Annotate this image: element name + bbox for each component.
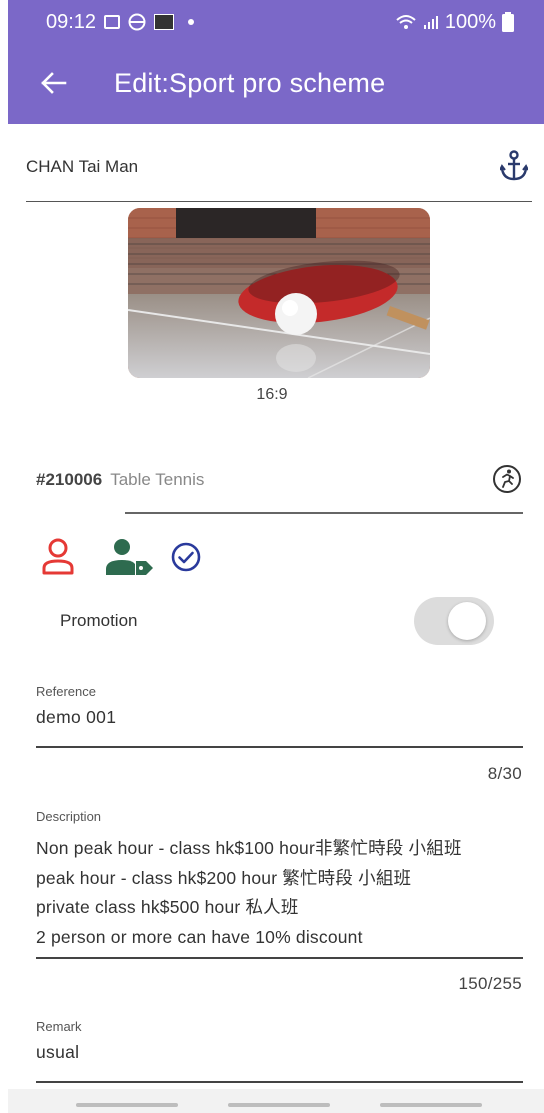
status-bar: 09:12 100%	[8, 0, 544, 44]
member-tag-icon[interactable]	[106, 537, 154, 577]
status-time: 09:12	[46, 10, 97, 33]
promotion-toggle[interactable]	[414, 597, 494, 645]
person-outline-icon[interactable]	[40, 537, 76, 577]
scheme-code-row[interactable]: #210006 Table Tennis	[36, 462, 526, 498]
app-notification-icon	[128, 13, 146, 31]
signal-icon	[423, 16, 438, 29]
description-counter: 150/255	[458, 974, 522, 993]
gallery-notification-icon	[104, 15, 121, 29]
remark-label: Remark	[36, 1019, 82, 1034]
reference-underline	[36, 746, 523, 748]
scheme-code-underline	[125, 512, 523, 514]
app-bar: 09:12 100% Edit:Sport pro scheme	[8, 0, 544, 124]
aspect-ratio-label: 16:9	[256, 386, 288, 403]
remark-underline	[36, 1081, 523, 1083]
scheme-photo[interactable]	[128, 208, 430, 378]
nav-home-pill[interactable]	[228, 1103, 330, 1107]
description-input[interactable]: Non peak hour - class hk$100 hour非繁忙時段 小…	[36, 834, 526, 952]
page-title: Edit:Sport pro scheme	[114, 67, 386, 98]
reference-input[interactable]: demo 001	[36, 707, 116, 728]
running-person-icon[interactable]	[492, 464, 522, 494]
toggle-knob	[448, 602, 486, 640]
scheme-code: #210006	[36, 470, 103, 489]
anchor-icon[interactable]	[500, 150, 528, 182]
description-line: Non peak hour - class hk$100 hour非繁忙時段 小…	[36, 838, 462, 858]
description-line: peak hour - class hk$200 hour 繁忙時段 小組班	[36, 867, 412, 888]
table-tennis-photo	[128, 208, 430, 378]
back-arrow-icon[interactable]	[38, 68, 68, 98]
system-nav-bar	[8, 1089, 544, 1113]
user-name: CHAN Tai Man	[26, 157, 139, 176]
reference-counter: 8/30	[487, 764, 522, 783]
check-circle-icon[interactable]	[170, 541, 202, 573]
nav-recents-pill[interactable]	[76, 1103, 178, 1107]
sport-name: Table Tennis	[110, 470, 205, 489]
member-icons-row	[40, 537, 202, 577]
nav-back-pill[interactable]	[380, 1103, 482, 1107]
description-label: Description	[36, 809, 102, 824]
remark-input[interactable]: usual	[36, 1042, 79, 1063]
user-row: CHAN Tai Man	[26, 150, 532, 202]
battery-level: 100%	[444, 10, 496, 33]
description-line: 2 person or more can have 10% discount	[36, 926, 363, 947]
more-notifications-icon	[188, 19, 195, 25]
reference-label: Reference	[36, 684, 96, 699]
description-underline	[36, 957, 523, 959]
promotion-label: Promotion	[60, 611, 138, 630]
wifi-icon	[396, 15, 416, 29]
description-line: private class hk$500 hour 私人班	[36, 897, 299, 917]
battery-icon	[502, 12, 514, 32]
app-thumbnail-icon	[154, 14, 175, 30]
